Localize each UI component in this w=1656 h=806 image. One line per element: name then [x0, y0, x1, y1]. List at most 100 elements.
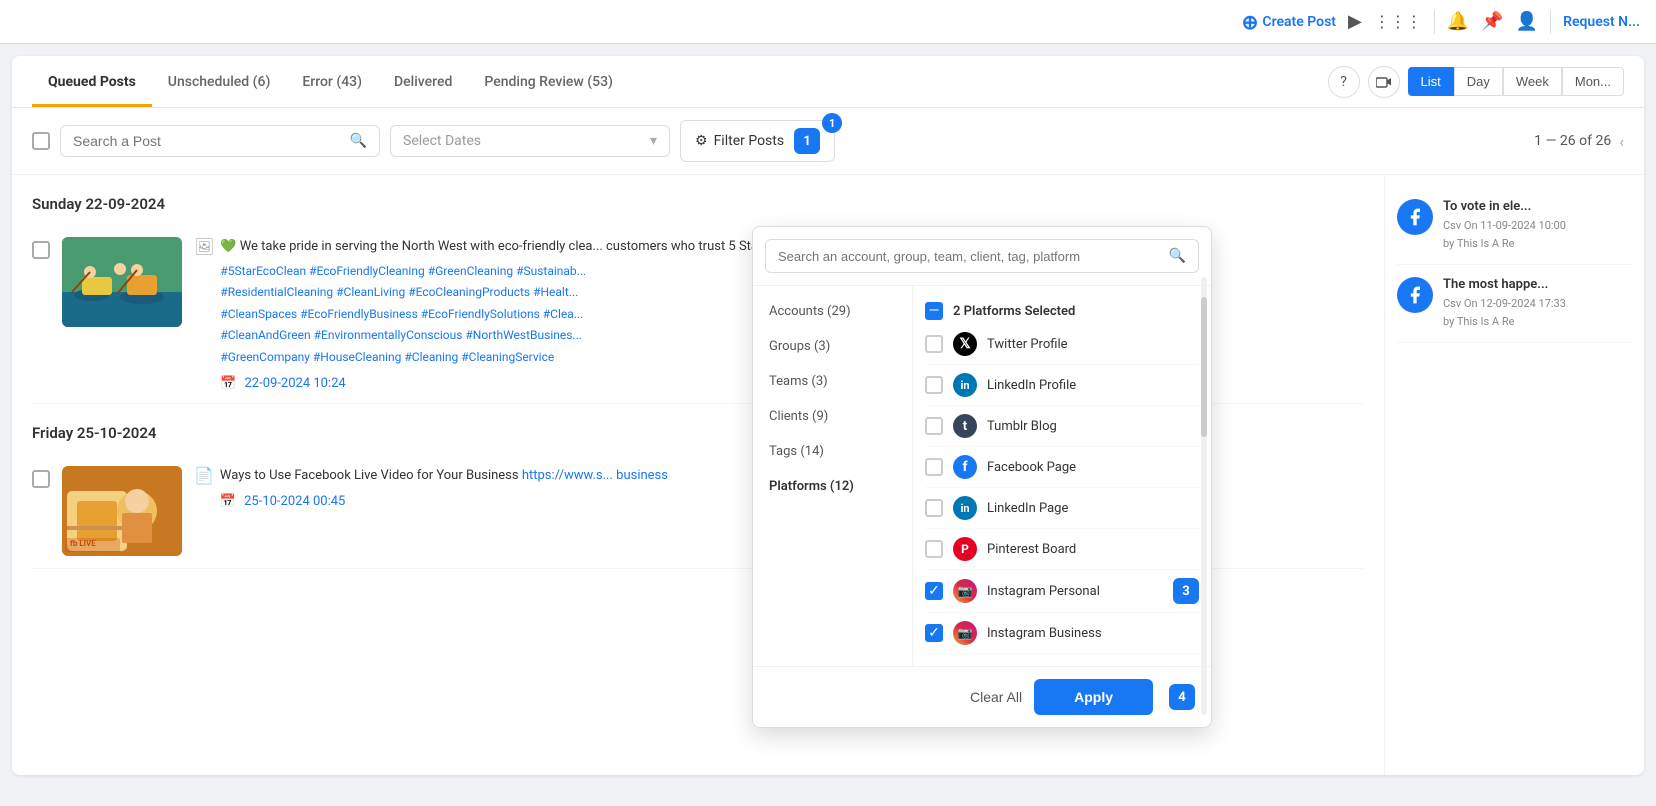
tab-pending-review[interactable]: Pending Review (53) [468, 56, 629, 107]
tab-error[interactable]: Error (43) [286, 56, 378, 107]
post-date-1: 22-09-2024 10:24 [245, 376, 346, 391]
filter-accounts[interactable]: Accounts (29) [753, 294, 912, 329]
platform-checkbox-pinterest[interactable] [925, 540, 943, 558]
pinterest-icon: P [953, 537, 977, 561]
filter-dropdown: 🔍 Accounts (29) Groups (3) Teams (3) Cli… [752, 226, 1212, 728]
pin-icon[interactable]: 📌 [1481, 11, 1503, 32]
view-list-button[interactable]: List [1408, 67, 1454, 96]
filter-groups[interactable]: Groups (3) [753, 329, 912, 364]
camera-icon-button[interactable] [1368, 66, 1400, 98]
fb-avatar-2 [1397, 277, 1433, 313]
instagram-personal-icon: 📷 [953, 579, 977, 603]
filter-tags[interactable]: Tags (14) [753, 434, 912, 469]
right-card-content-1: To vote in ele... Csv On 11-09-2024 10:0… [1443, 199, 1566, 252]
dropdown-right-content: — 2 Platforms Selected 𝕏 Twitter Profile… [913, 286, 1211, 666]
user-icon[interactable]: 👤 [1516, 11, 1538, 32]
platform-checkbox-tumblr[interactable] [925, 417, 943, 435]
platform-label-facebook: Facebook Page [987, 460, 1076, 475]
help-icon-button[interactable]: ? [1328, 66, 1360, 98]
filter-clients[interactable]: Clients (9) [753, 399, 912, 434]
platforms-select-all[interactable]: — [925, 302, 943, 320]
linkedin-profile-icon: in [953, 373, 977, 397]
list-item[interactable]: ✓ 📷 Instagram Business [925, 613, 1199, 654]
platform-checkbox-linkedin-profile[interactable] [925, 376, 943, 394]
filter-teams[interactable]: Teams (3) [753, 364, 912, 399]
scrollbar-track [1201, 286, 1207, 666]
apply-button[interactable]: Apply [1034, 679, 1153, 715]
tab-queued-posts[interactable]: Queued Posts [32, 56, 152, 107]
platform-checkbox-linkedin-page[interactable] [925, 499, 943, 517]
create-post-button[interactable]: ⊕ Create Post [1242, 10, 1336, 34]
nav-divider [1434, 10, 1435, 34]
view-month-button[interactable]: Mon... [1562, 67, 1624, 96]
play-icon[interactable]: ▶ [1348, 11, 1362, 32]
dropdown-search-area: 🔍 [753, 227, 1211, 286]
platform-label-linkedin-page: LinkedIn Page [987, 501, 1068, 516]
chevron-down-icon: ▾ [650, 133, 657, 149]
platform-label-tumblr: Tumblr Blog [987, 419, 1057, 434]
dropdown-left-nav: Accounts (29) Groups (3) Teams (3) Clien… [753, 286, 913, 666]
post-checkbox-2[interactable] [32, 470, 50, 488]
list-item[interactable]: 𝕏 Twitter Profile [925, 324, 1199, 365]
date-select[interactable]: Select Dates ▾ [390, 125, 670, 157]
request-nav-link[interactable]: Request N... [1563, 14, 1640, 30]
right-panel: To vote in ele... Csv On 11-09-2024 10:0… [1384, 175, 1644, 775]
list-item[interactable]: in LinkedIn Page [925, 488, 1199, 529]
twitter-icon: 𝕏 [953, 332, 977, 356]
grid-icon[interactable]: ⋮⋮⋮ [1374, 12, 1422, 31]
filter-posts-button[interactable]: ⚙ Filter Posts 1 1 [680, 120, 835, 162]
linkedin-page-icon: in [953, 496, 977, 520]
calendar-icon-1: 📅 [220, 376, 236, 391]
platform-checkbox-facebook[interactable] [925, 458, 943, 476]
top-navigation: ⊕ Create Post ▶ ⋮⋮⋮ 🔔 📌 👤 Request N... [0, 0, 1656, 44]
platforms-selected-label: 2 Platforms Selected [953, 304, 1075, 319]
right-card-2: The most happe... Csv On 12-09-2024 17:3… [1397, 265, 1632, 343]
right-card-1: To vote in ele... Csv On 11-09-2024 10:0… [1397, 187, 1632, 265]
dropdown-search-icon: 🔍 [1169, 248, 1186, 264]
fb-avatar-1 [1397, 199, 1433, 235]
select-dates-label: Select Dates [403, 133, 481, 149]
nav-divider2 [1550, 10, 1551, 34]
post-type-icon-1: 🖼 [194, 237, 214, 256]
platform-checkbox-twitter[interactable] [925, 335, 943, 353]
step-badge-4: 4 [1169, 684, 1195, 710]
step-badge-3: 3 [1173, 578, 1199, 604]
prev-page-button[interactable]: ‹ [1619, 132, 1624, 151]
list-item[interactable]: f Facebook Page [925, 447, 1199, 488]
search-box[interactable]: 🔍 [60, 125, 380, 157]
tabs-right: ? List Day Week Mon... [1328, 66, 1624, 98]
dropdown-search-input[interactable] [778, 249, 1161, 264]
post-type-icon-2: 📄 [194, 466, 214, 485]
post-content-2: Ways to Use Facebook Live Video for Your… [220, 466, 668, 509]
tabs-bar: Queued Posts Unscheduled (6) Error (43) … [12, 56, 1644, 108]
platform-checkbox-instagram-business[interactable]: ✓ [925, 624, 943, 642]
step-badge-1: 1 [794, 128, 820, 154]
right-card-content-2: The most happe... Csv On 12-09-2024 17:3… [1443, 277, 1566, 330]
platform-label-pinterest: Pinterest Board [987, 542, 1076, 557]
platform-label-instagram-business: Instagram Business [987, 626, 1102, 641]
list-item[interactable]: in LinkedIn Profile [925, 365, 1199, 406]
instagram-business-icon: 📷 [953, 621, 977, 645]
list-item[interactable]: ✓ 📷 Instagram Personal 3 [925, 570, 1199, 613]
tab-delivered[interactable]: Delivered [378, 56, 468, 107]
platforms-header-row: — 2 Platforms Selected [925, 294, 1199, 324]
list-item[interactable]: P Pinterest Board [925, 529, 1199, 570]
dropdown-search-box[interactable]: 🔍 [765, 239, 1199, 273]
date-header-1: Sunday 22-09-2024 [32, 175, 1364, 225]
select-all-checkbox[interactable] [32, 132, 50, 150]
view-day-button[interactable]: Day [1454, 67, 1503, 96]
platform-label-twitter: Twitter Profile [987, 337, 1068, 352]
clear-all-button[interactable]: Clear All [970, 689, 1022, 705]
scrollbar-thumb[interactable] [1201, 297, 1207, 437]
platform-checkbox-instagram-personal[interactable]: ✓ [925, 582, 943, 600]
post-checkbox-1[interactable] [32, 241, 50, 259]
filter-platforms[interactable]: Platforms (12) [753, 469, 912, 504]
tabs-left: Queued Posts Unscheduled (6) Error (43) … [32, 56, 629, 107]
bell-icon[interactable]: 🔔 [1447, 11, 1469, 32]
search-input[interactable] [73, 133, 342, 149]
tab-unscheduled[interactable]: Unscheduled (6) [152, 56, 287, 107]
view-week-button[interactable]: Week [1503, 67, 1562, 96]
pagination-text: 1 — 26 of 26 [1534, 133, 1611, 149]
list-item[interactable]: t Tumblr Blog [925, 406, 1199, 447]
filter-bar: 🔍 Select Dates ▾ ⚙ Filter Posts 1 1 1 — … [12, 108, 1644, 175]
